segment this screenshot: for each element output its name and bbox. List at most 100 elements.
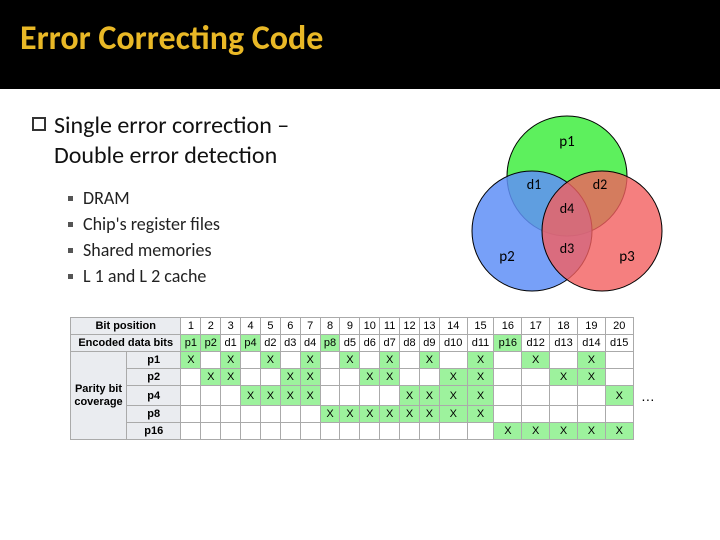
cell-parity: X [340,352,360,369]
bullet-icon [68,222,73,227]
cell-parity [605,352,633,369]
cell-parity: X [181,352,201,369]
cell-parity: X [201,369,221,386]
cell-parity: X [494,423,522,440]
cell-encoded: d5 [340,335,360,352]
cell-parity [201,352,221,369]
cell-parity [300,423,320,440]
cell-parity [280,423,300,440]
th-parity-name: p1 [127,352,181,369]
cell-bitpos: 8 [320,318,340,335]
cell-parity: X [380,369,400,386]
cell-encoded: d12 [522,335,550,352]
cell-parity: X [439,386,467,406]
cell-parity: X [605,386,633,406]
cell-parity [241,369,261,386]
venn-d2: d2 [593,176,607,193]
main-heading: Single error correction – Double error d… [32,111,442,171]
cell-parity [439,352,467,369]
list-item: DRAM [68,187,442,209]
cell-parity: X [300,386,320,406]
cell-parity: X [467,352,494,369]
cell-encoded: d1 [221,335,241,352]
cell-parity [201,386,221,406]
spacer [633,352,659,369]
cell-bitpos: 16 [494,318,522,335]
cell-bitpos: 5 [260,318,280,335]
cell-encoded: d2 [260,335,280,352]
list-text: Shared memories [83,239,211,261]
heading-line1: Single error correction – [54,111,289,140]
cell-parity: X [577,369,605,386]
cell-parity [221,406,241,423]
cell-parity: X [380,406,400,423]
cell-bitpos: 13 [419,318,439,335]
cell-parity: X [300,352,320,369]
cell-encoded: d7 [380,335,400,352]
cell-encoded: d15 [605,335,633,352]
cell-parity [181,369,201,386]
cell-parity: X [360,406,380,423]
cell-bitpos: 12 [400,318,420,335]
cell-parity [280,406,300,423]
cell-parity [380,386,400,406]
th-bit-position: Bit position [71,318,181,335]
list-text: Chip's register files [83,213,220,235]
cell-encoded: p4 [241,335,261,352]
venn-p1: p1 [559,133,574,151]
cell-encoded: d11 [467,335,494,352]
cell-parity [360,423,380,440]
cell-parity: X [221,352,241,369]
bullet-icon [68,196,73,201]
cell-bitpos: 6 [280,318,300,335]
cell-bitpos: 4 [241,318,261,335]
cell-parity: X [400,386,420,406]
th-parity-name: p16 [127,423,181,440]
cell-encoded: p2 [201,335,221,352]
spacer [633,406,659,423]
th-parity-name: p8 [127,406,181,423]
cell-parity: X [241,386,261,406]
cell-parity: X [522,423,550,440]
cell-parity: X [467,369,494,386]
cell-parity [419,369,439,386]
cell-bitpos: 19 [577,318,605,335]
spacer [633,369,659,386]
cell-parity: X [522,352,550,369]
list-text: DRAM [83,187,130,209]
cell-bitpos: 18 [550,318,578,335]
cell-parity [260,406,280,423]
cell-encoded: d3 [280,335,300,352]
cell-parity [320,423,340,440]
cell-parity [494,386,522,406]
slide-title: Error Correcting Code [20,18,700,59]
cell-parity [400,369,420,386]
cell-bitpos: 15 [467,318,494,335]
venn-d1: d1 [527,176,541,193]
venn-p2: p2 [499,248,514,266]
cell-parity: X [550,369,578,386]
th-parity-name: p4 [127,386,181,406]
cell-parity [577,406,605,423]
cell-parity: X [550,423,578,440]
th-parity-coverage: Parity bit coverage [71,352,127,440]
spacer [633,335,659,352]
cell-parity [221,386,241,406]
cell-parity [550,406,578,423]
cell-parity [320,352,340,369]
cell-bitpos: 2 [201,318,221,335]
cell-parity: X [320,406,340,423]
cell-parity: X [577,352,605,369]
cell-parity: X [577,423,605,440]
cell-encoded: d4 [300,335,320,352]
cell-encoded: p1 [181,335,201,352]
bullet-icon [68,248,73,253]
cell-bitpos: 17 [522,318,550,335]
cell-parity: X [280,386,300,406]
cell-parity: X [467,386,494,406]
cell-bitpos: 3 [221,318,241,335]
cell-parity [494,406,522,423]
cell-parity [201,423,221,440]
cell-parity [360,386,380,406]
square-bullet-icon [32,117,46,131]
